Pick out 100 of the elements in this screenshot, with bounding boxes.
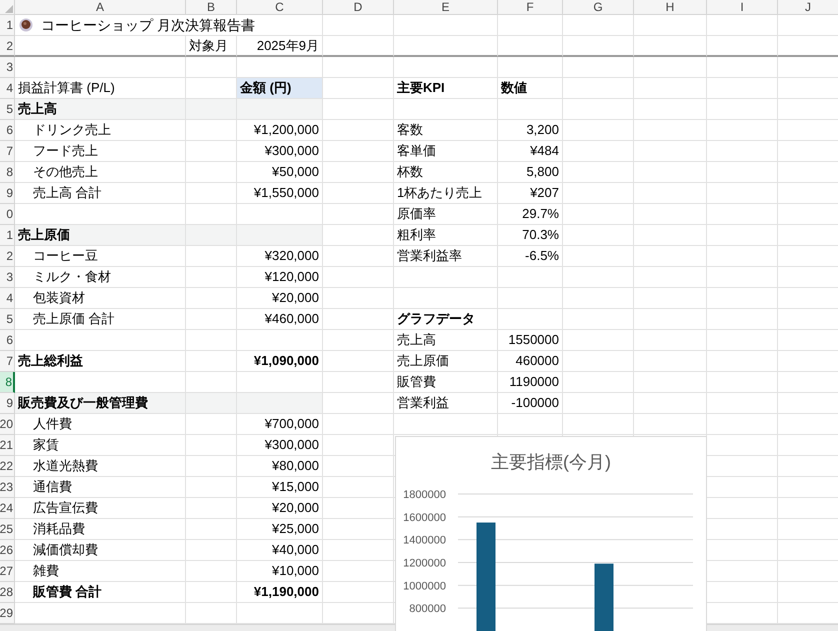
- row-header[interactable]: 7: [0, 351, 15, 372]
- spreadsheet-cell[interactable]: [394, 414, 498, 435]
- spreadsheet-cell[interactable]: [15, 330, 186, 351]
- column-header[interactable]: C: [237, 0, 323, 15]
- select-all-corner[interactable]: [0, 0, 15, 15]
- spreadsheet-cell[interactable]: [707, 162, 778, 183]
- spreadsheet-cell[interactable]: [707, 204, 778, 225]
- spreadsheet-cell[interactable]: [186, 309, 237, 330]
- spreadsheet-cell[interactable]: [498, 288, 563, 309]
- spreadsheet-cell[interactable]: 原価率: [394, 204, 498, 225]
- spreadsheet-cell[interactable]: [634, 288, 707, 309]
- spreadsheet-cell[interactable]: [707, 372, 778, 393]
- spreadsheet-cell[interactable]: ¥300,000: [237, 435, 323, 456]
- row-header[interactable]: 21: [0, 435, 15, 456]
- spreadsheet-cell[interactable]: [634, 372, 707, 393]
- spreadsheet-cell[interactable]: [323, 519, 394, 540]
- spreadsheet-cell[interactable]: [634, 225, 707, 246]
- spreadsheet-cell[interactable]: [707, 540, 778, 561]
- spreadsheet-cell[interactable]: [186, 519, 237, 540]
- spreadsheet-cell[interactable]: ¥320,000: [237, 246, 323, 267]
- spreadsheet-cell[interactable]: [634, 204, 707, 225]
- spreadsheet-cell[interactable]: 金額 (円): [237, 78, 323, 99]
- spreadsheet-cell[interactable]: [323, 99, 394, 120]
- spreadsheet-cell[interactable]: [707, 414, 778, 435]
- spreadsheet-cell[interactable]: [15, 204, 186, 225]
- spreadsheet-cell[interactable]: [186, 225, 237, 246]
- row-header[interactable]: 20: [0, 414, 15, 435]
- spreadsheet-cell[interactable]: [323, 351, 394, 372]
- row-header[interactable]: 9: [0, 183, 15, 204]
- spreadsheet-cell[interactable]: 消耗品費: [15, 519, 186, 540]
- spreadsheet-cell[interactable]: [323, 372, 394, 393]
- spreadsheet-cell[interactable]: 水道光熱費: [15, 456, 186, 477]
- spreadsheet-cell[interactable]: [323, 456, 394, 477]
- spreadsheet-cell[interactable]: 販管費: [394, 372, 498, 393]
- spreadsheet-cell[interactable]: [707, 582, 778, 603]
- spreadsheet-cell[interactable]: [707, 78, 778, 99]
- row-header[interactable]: 24: [0, 498, 15, 519]
- spreadsheet-cell[interactable]: [323, 330, 394, 351]
- spreadsheet-cell[interactable]: [707, 561, 778, 582]
- spreadsheet-cell[interactable]: 1杯あたり売上: [394, 183, 498, 204]
- spreadsheet-cell[interactable]: [186, 120, 237, 141]
- spreadsheet-cell[interactable]: [634, 120, 707, 141]
- spreadsheet-cell[interactable]: 売上原価: [15, 225, 186, 246]
- chart-panel[interactable]: 主要指標(今月) 800000 1000000 1200000 1400000 1600000 1800000: [395, 436, 707, 631]
- spreadsheet-cell[interactable]: 損益計算書 (P/L): [15, 78, 186, 99]
- spreadsheet-cell[interactable]: [707, 393, 778, 414]
- spreadsheet-cell[interactable]: その他売上: [15, 162, 186, 183]
- spreadsheet-cell[interactable]: [707, 309, 778, 330]
- spreadsheet-cell[interactable]: [634, 330, 707, 351]
- spreadsheet-cell[interactable]: [323, 120, 394, 141]
- spreadsheet-cell[interactable]: [563, 309, 634, 330]
- column-header[interactable]: H: [634, 0, 707, 15]
- row-header[interactable]: 2: [0, 246, 15, 267]
- column-header[interactable]: D: [323, 0, 394, 15]
- spreadsheet-cell[interactable]: 減価償却費: [15, 540, 186, 561]
- spreadsheet-cell[interactable]: [237, 99, 323, 120]
- spreadsheet-cell[interactable]: 3,200: [498, 120, 563, 141]
- spreadsheet-cell[interactable]: [634, 309, 707, 330]
- spreadsheet-cell[interactable]: [394, 288, 498, 309]
- spreadsheet-cell[interactable]: [15, 372, 186, 393]
- spreadsheet-cell[interactable]: [707, 57, 778, 78]
- spreadsheet-cell[interactable]: [634, 393, 707, 414]
- row-header[interactable]: 28: [0, 582, 15, 603]
- row-header[interactable]: 27: [0, 561, 15, 582]
- spreadsheet-cell[interactable]: 客単価: [394, 141, 498, 162]
- spreadsheet-cell[interactable]: ¥120,000: [237, 267, 323, 288]
- spreadsheet-cell[interactable]: [237, 225, 323, 246]
- spreadsheet-cell[interactable]: [323, 141, 394, 162]
- spreadsheet-cell[interactable]: [707, 141, 778, 162]
- spreadsheet-cell[interactable]: [394, 267, 498, 288]
- spreadsheet-cell[interactable]: [237, 330, 323, 351]
- spreadsheet-cell[interactable]: [323, 204, 394, 225]
- spreadsheet-cell[interactable]: [634, 246, 707, 267]
- spreadsheet-cell[interactable]: ¥1,090,000: [237, 351, 323, 372]
- spreadsheet-cell[interactable]: 売上原価 合計: [15, 309, 186, 330]
- spreadsheet-cell[interactable]: ¥1,550,000: [237, 183, 323, 204]
- title-cell[interactable]: コーヒーショップ 月次決算報告書: [15, 15, 323, 36]
- row-header[interactable]: 23: [0, 477, 15, 498]
- spreadsheet-cell[interactable]: 粗利率: [394, 225, 498, 246]
- spreadsheet-cell[interactable]: [563, 351, 634, 372]
- spreadsheet-cell[interactable]: [563, 393, 634, 414]
- spreadsheet-cell[interactable]: [498, 57, 563, 78]
- spreadsheet-cell[interactable]: [563, 246, 634, 267]
- column-header[interactable]: F: [498, 0, 563, 15]
- spreadsheet-cell[interactable]: [237, 603, 323, 624]
- spreadsheet-cell[interactable]: [394, 36, 498, 57]
- spreadsheet-cell[interactable]: [707, 498, 778, 519]
- spreadsheet-cell[interactable]: [563, 99, 634, 120]
- spreadsheet-cell[interactable]: 売上高: [394, 330, 498, 351]
- spreadsheet-cell[interactable]: [323, 414, 394, 435]
- spreadsheet-cell[interactable]: [186, 582, 237, 603]
- row-header[interactable]: 4: [0, 288, 15, 309]
- row-header[interactable]: 9: [0, 393, 15, 414]
- row-header[interactable]: 3: [0, 267, 15, 288]
- spreadsheet-cell[interactable]: [323, 561, 394, 582]
- spreadsheet-cell[interactable]: [563, 204, 634, 225]
- spreadsheet-cell[interactable]: ¥20,000: [237, 288, 323, 309]
- spreadsheet-cell[interactable]: [394, 15, 498, 36]
- spreadsheet-cell[interactable]: [186, 351, 237, 372]
- spreadsheet-cell[interactable]: [563, 288, 634, 309]
